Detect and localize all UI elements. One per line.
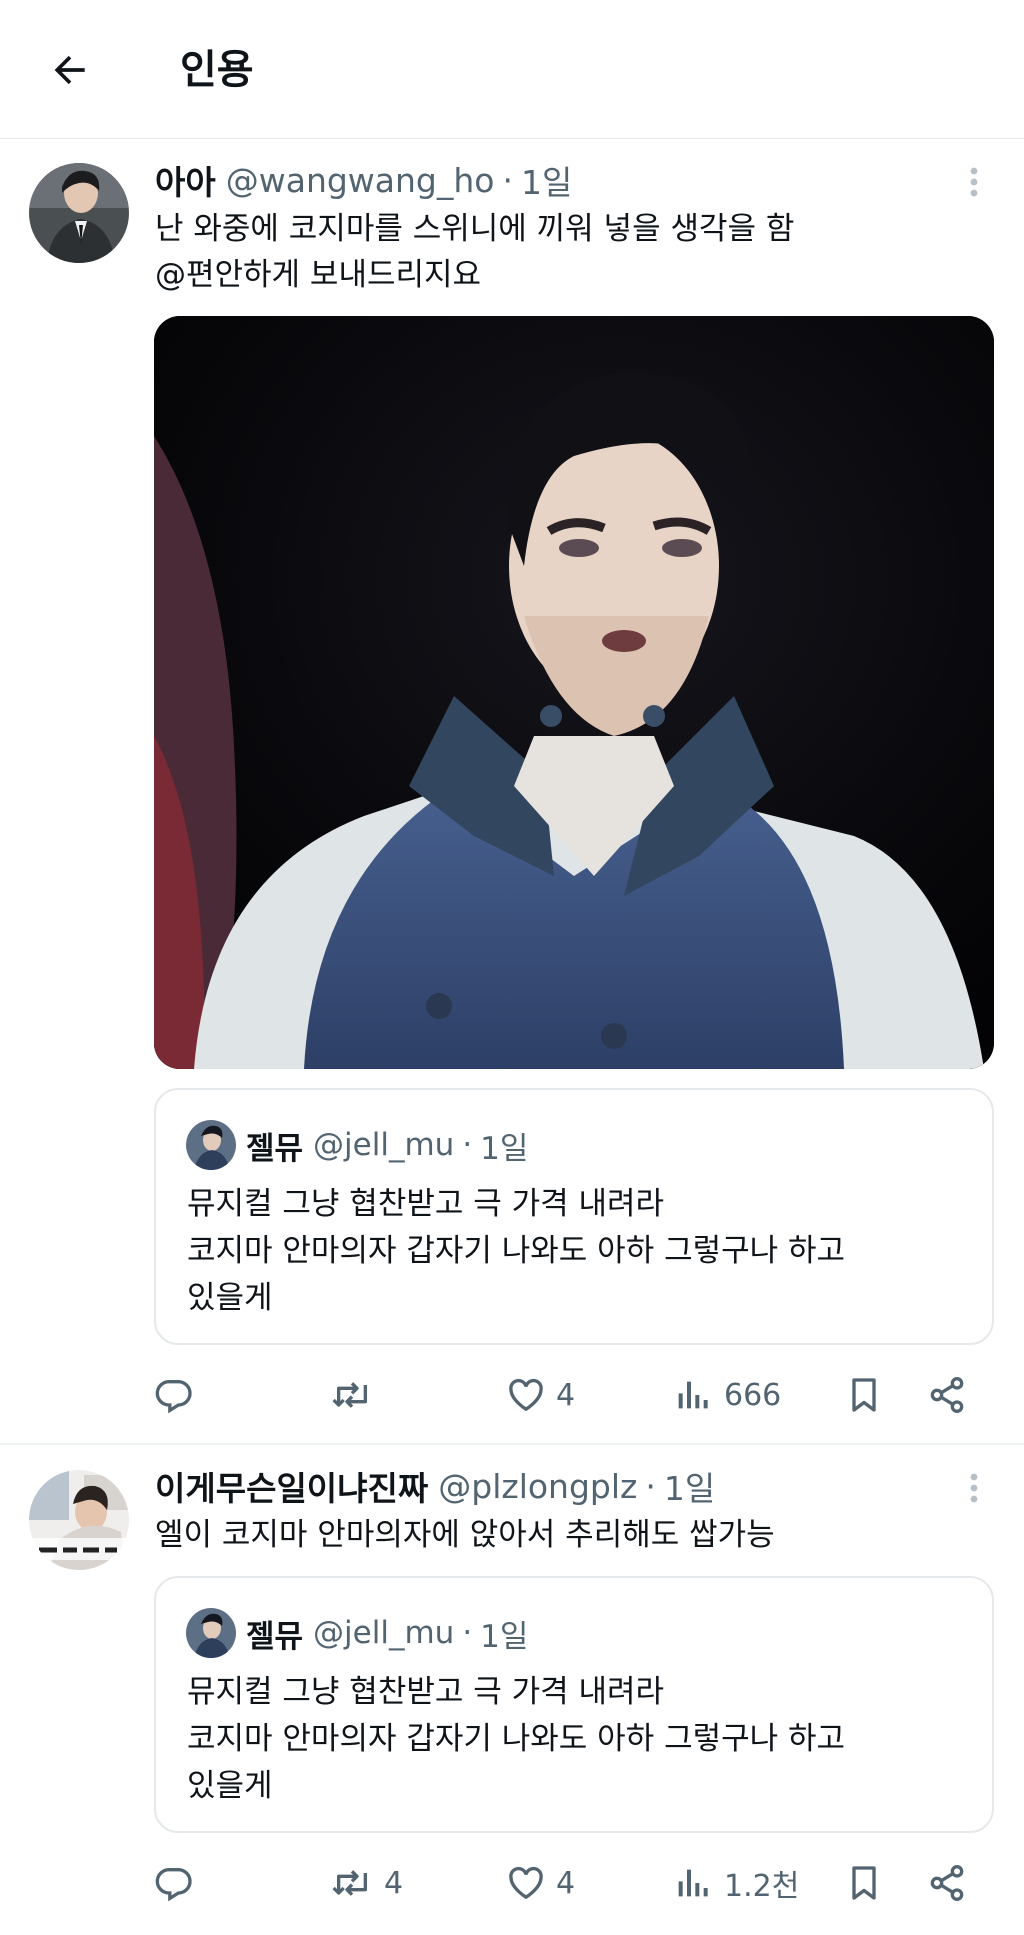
- share-icon: [930, 1865, 964, 1902]
- author-name[interactable]: 이게무슨일이냐진짜: [155, 1462, 428, 1510]
- views-button[interactable]: 666: [674, 1368, 781, 1422]
- quote-header: 젤뮤 @jell_mu · 1일: [246, 1120, 528, 1170]
- repost-button[interactable]: [330, 1368, 384, 1422]
- quote-avatar: [186, 1608, 236, 1658]
- more-options-button[interactable]: [952, 160, 996, 204]
- separator-dot: ·: [645, 1466, 656, 1506]
- quote-time: 1일: [480, 1130, 529, 1167]
- quote-time: 1일: [480, 1618, 529, 1655]
- avatar[interactable]: [29, 1470, 129, 1570]
- bookmark-icon: [852, 1866, 876, 1900]
- author-name[interactable]: 아아: [155, 156, 216, 204]
- views-count: 1.2천: [724, 1869, 800, 1904]
- separator-dot: ·: [502, 160, 514, 200]
- reply-button[interactable]: [154, 1368, 204, 1422]
- quote-author-name: 젤뮤: [246, 1618, 304, 1655]
- views-count: 666: [724, 1377, 782, 1413]
- like-button[interactable]: 4: [506, 1368, 575, 1422]
- quote-text: 뮤지컬 그냥 협찬받고 극 가격 내려라 코지마 안마의자 갑자기 나와도 아하…: [187, 1674, 846, 1804]
- heart-icon: [509, 1378, 543, 1412]
- post[interactable]: 이게무슨일이냐진짜 @plzlongplz · 1일 엘이 코지마 안마의자에 …: [0, 1446, 1024, 1935]
- bookmark-icon: [852, 1378, 876, 1412]
- arrow-left-icon: [54, 55, 85, 85]
- more-options-button[interactable]: [952, 1466, 996, 1510]
- post-text: 엘이 코지마 안마의자에 앉아서 추리해도 쌉가능: [155, 1517, 775, 1553]
- quote-header: 젤뮤 @jell_mu · 1일: [246, 1608, 528, 1658]
- more-vertical-icon: [970, 167, 978, 197]
- like-count: 4: [556, 1865, 576, 1901]
- action-bar: 4 4 1.2천: [154, 1856, 994, 1910]
- quoted-post[interactable]: 젤뮤 @jell_mu · 1일 뮤지컬 그냥 협찬받고 극 가격 내려라 코지…: [154, 1576, 994, 1833]
- post-time[interactable]: 1일: [521, 156, 572, 204]
- views-button[interactable]: 1.2천: [674, 1856, 799, 1910]
- back-button[interactable]: [44, 44, 96, 96]
- post-text: 난 와중에 코지마를 스위니에 끼워 넣을 생각을 함 @편안하게 보내드리지요: [155, 211, 795, 293]
- heart-icon: [509, 1866, 543, 1900]
- post-header: 이게무슨일이냐진짜 @plzlongplz · 1일: [155, 1462, 715, 1510]
- reply-button[interactable]: [154, 1856, 204, 1910]
- quote-text: 뮤지컬 그냥 협찬받고 극 가격 내려라 코지마 안마의자 갑자기 나와도 아하…: [187, 1186, 846, 1316]
- author-handle[interactable]: @plzlongplz: [438, 1467, 637, 1506]
- quote-avatar: [186, 1120, 236, 1170]
- more-vertical-icon: [970, 1473, 978, 1503]
- quote-author-name: 젤뮤: [246, 1130, 304, 1167]
- reply-icon: [155, 1379, 192, 1414]
- quote-author-handle: @jell_mu: [313, 1127, 455, 1163]
- author-handle[interactable]: @wangwang_ho: [226, 161, 495, 200]
- repost-button[interactable]: 4: [330, 1856, 403, 1910]
- top-bar: 인용: [0, 0, 1024, 139]
- post[interactable]: 아아 @wangwang_ho · 1일 난 와중에 코지마를 스위니에 끼워 …: [0, 140, 1024, 1445]
- share-button[interactable]: [927, 1856, 967, 1910]
- avatar[interactable]: [29, 163, 129, 263]
- post-time[interactable]: 1일: [664, 1462, 715, 1510]
- post-image[interactable]: [154, 316, 994, 1069]
- repost-icon: [332, 1870, 367, 1896]
- like-button[interactable]: 4: [506, 1856, 575, 1910]
- page-title: 인용: [180, 47, 254, 93]
- repost-count: 4: [384, 1865, 404, 1901]
- like-count: 4: [556, 1377, 576, 1413]
- share-button[interactable]: [927, 1368, 967, 1422]
- bookmark-button[interactable]: [844, 1856, 884, 1910]
- views-chart-icon: [678, 1869, 708, 1897]
- repost-icon: [332, 1382, 367, 1408]
- separator-dot: ·: [462, 1127, 473, 1163]
- bookmark-button[interactable]: [844, 1368, 884, 1422]
- share-icon: [930, 1377, 964, 1414]
- action-bar: 4 666: [154, 1368, 994, 1422]
- quote-author-handle: @jell_mu: [313, 1615, 455, 1651]
- post-header: 아아 @wangwang_ho · 1일: [155, 156, 572, 204]
- reply-icon: [155, 1867, 192, 1902]
- quoted-post[interactable]: 젤뮤 @jell_mu · 1일 뮤지컬 그냥 협찬받고 극 가격 내려라 코지…: [154, 1088, 994, 1345]
- views-chart-icon: [678, 1381, 708, 1409]
- separator-dot: ·: [462, 1615, 473, 1651]
